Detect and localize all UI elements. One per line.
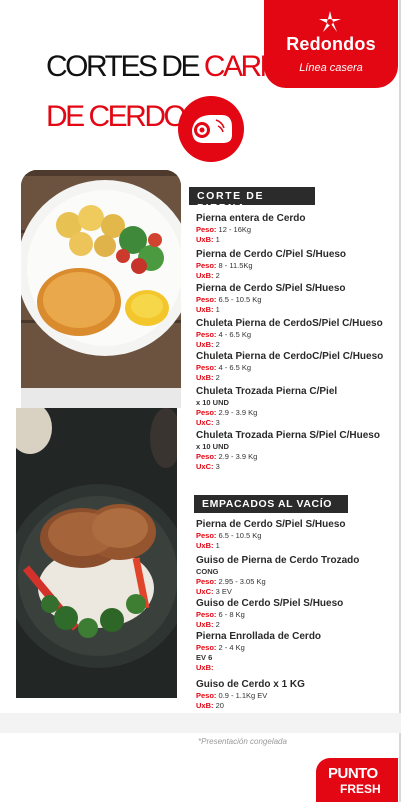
item-note: EV 6 (196, 653, 213, 662)
item-units: UxB: (196, 663, 214, 672)
list-item: Pierna de Cerdo S/Piel S/Hueso Peso: 6.5… (196, 283, 401, 315)
list-item: Pierna entera de Cerdo Peso: 12 - 16Kg U… (196, 213, 401, 245)
item-name: Chuleta Trozada Pierna S/Piel C/Hueso (196, 430, 380, 441)
page-title-line1: CORTES DE CARNE (46, 50, 299, 83)
photo-divider (21, 388, 181, 408)
list-item: Pierna de Cerdo C/Piel S/Hueso Peso: 8 -… (196, 249, 401, 281)
footnote: *Presentación congelada (198, 737, 287, 746)
page-title-line2: DE CERDO (46, 100, 187, 133)
punto-fresh-line1: PUNTO (328, 765, 378, 782)
item-units: UxB: 2 (196, 271, 220, 280)
bottom-strip (0, 713, 401, 733)
item-weight: Peso: 12 - 16Kg (196, 225, 252, 234)
item-pack: x 10 UND (196, 442, 229, 451)
item-weight: Peso: 8 - 11.5Kg (196, 261, 253, 270)
list-item: Pierna Enrollada de Cerdo Peso: 2 - 4 Kg… (196, 631, 401, 673)
section-header-corte-de-pierna: CORTE DE PIERNA (189, 187, 315, 214)
item-weight: Peso: 2.95 - 3.05 Kg (196, 577, 266, 586)
item-units: UxB: 1 (196, 541, 220, 550)
item-weight: Peso: 2.9 - 3.9 Kg (196, 408, 258, 417)
item-units: UxC: 3 EV (196, 587, 232, 596)
list-item: Chuleta Trozada Pierna S/Piel C/Hueso x … (196, 430, 401, 472)
item-name: Chuleta Trozada Pierna C/Piel (196, 386, 338, 397)
list-item: Chuleta Trozada Pierna C/Piel x 10 UND P… (196, 386, 401, 428)
item-units: UxB: 1 (196, 235, 220, 244)
item-weight: Peso: 6.5 - 10.5 Kg (196, 295, 262, 304)
item-name: Chuleta Pierna de CerdoC/Piel C/Hueso (196, 351, 384, 362)
item-name: Pierna de Cerdo S/Piel S/Hueso (196, 519, 346, 530)
item-name: Pierna Enrollada de Cerdo (196, 631, 322, 642)
item-weight: Peso: 4 - 6.5 Kg (196, 330, 252, 339)
item-units: UxB: 1 (196, 305, 220, 314)
item-units: UxB: 20 (196, 701, 224, 710)
punto-fresh-logo: PUNTO FRESH (316, 758, 398, 802)
item-units: UxB: 2 (196, 373, 220, 382)
title-black: CORTES DE (46, 50, 204, 83)
item-weight: Peso: 0.9 - 1.1Kg EV (196, 691, 268, 700)
item-units: UxB: 2 (196, 620, 220, 629)
item-weight: Peso: 4 - 6.5 Kg (196, 363, 252, 372)
food-photo-2 (16, 408, 177, 698)
item-name: Guiso de Cerdo x 1 KG (196, 679, 305, 690)
item-units: UxB: 2 (196, 340, 220, 349)
item-pack: CONG (196, 567, 219, 576)
item-name: Guiso de Cerdo S/Piel S/Hueso (196, 598, 344, 609)
item-pack: x 10 UND (196, 398, 229, 407)
item-units: UxC: 3 (196, 462, 220, 471)
food-photo-1 (21, 170, 181, 388)
item-name: Pierna de Cerdo C/Piel S/Hueso (196, 249, 347, 260)
item-weight: Peso: 6.5 - 10.5 Kg (196, 531, 262, 540)
item-name: Pierna de Cerdo S/Piel S/Hueso (196, 283, 346, 294)
pig-icon (178, 96, 244, 162)
list-item: Guiso de Cerdo x 1 KG Peso: 0.9 - 1.1Kg … (196, 679, 401, 711)
item-name: Pierna entera de Cerdo (196, 213, 306, 224)
punto-fresh-line2: FRESH (340, 782, 381, 796)
list-item: Guiso de Pierna de Cerdo Trozado CONG Pe… (196, 555, 401, 597)
item-weight: Peso: 2.9 - 3.9 Kg (196, 452, 258, 461)
item-weight: Peso: 2 - 4 Kg (196, 643, 245, 652)
item-units: UxC: 3 (196, 418, 220, 427)
star-icon (319, 11, 341, 32)
list-item: Chuleta Pierna de CerdoC/Piel C/Hueso Pe… (196, 351, 401, 383)
list-item: Chuleta Pierna de CerdoS/Piel C/Hueso Pe… (196, 318, 401, 350)
list-item: Guiso de Cerdo S/Piel S/Hueso Peso: 6 - … (196, 598, 401, 630)
title-red: CARNE (203, 50, 299, 83)
list-item: Pierna de Cerdo S/Piel S/Hueso Peso: 6.5… (196, 519, 401, 551)
item-weight: Peso: 6 - 8 Kg (196, 610, 245, 619)
item-name: Guiso de Pierna de Cerdo Trozado (196, 555, 360, 566)
item-name: Chuleta Pierna de CerdoS/Piel C/Hueso (196, 318, 383, 329)
section-header-empacados: EMPACADOS AL VACÍO (194, 495, 348, 513)
